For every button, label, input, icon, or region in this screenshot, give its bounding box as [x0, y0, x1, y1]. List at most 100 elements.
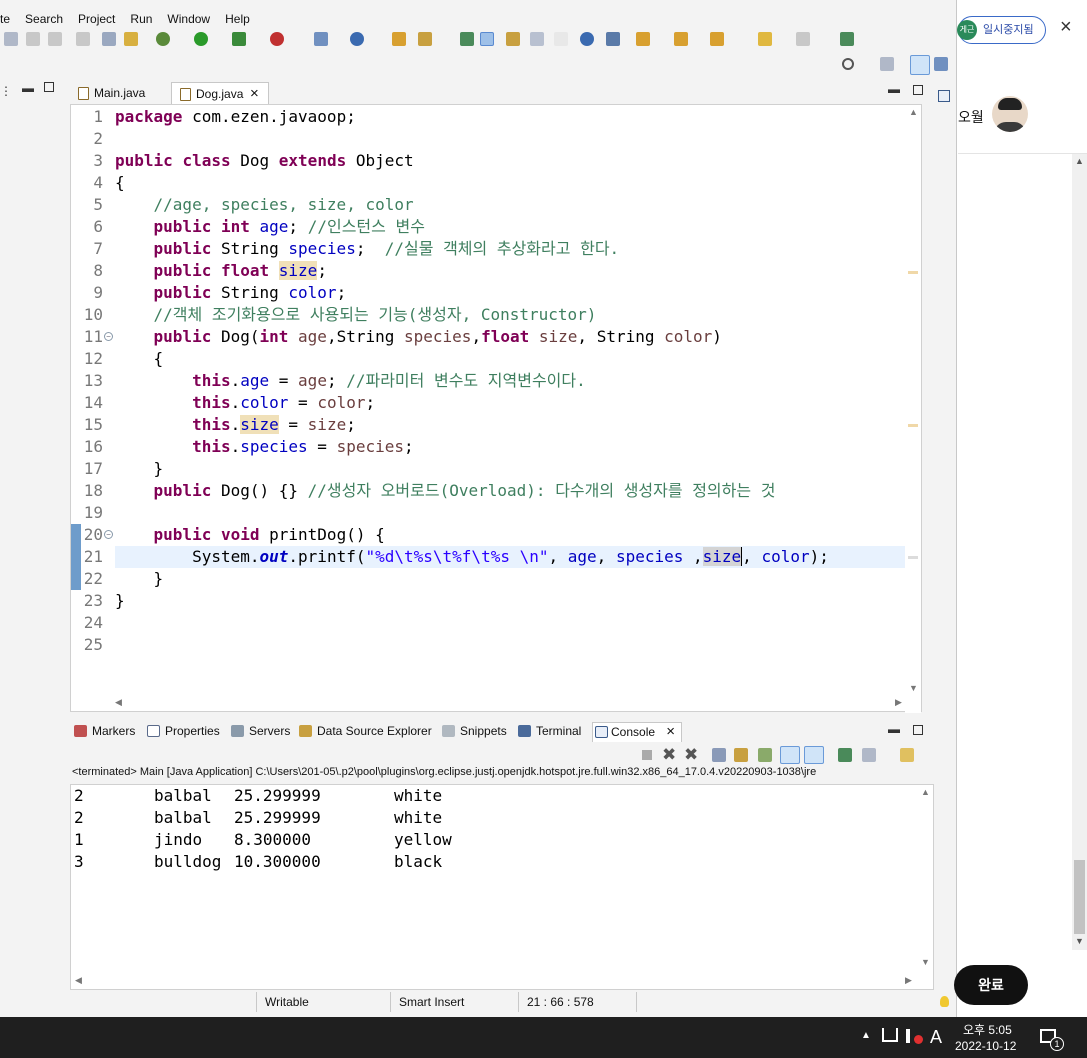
- scroll-up-icon[interactable]: ▲: [921, 787, 930, 797]
- clock-date[interactable]: 2022-10-12: [955, 1039, 1016, 1053]
- outline-icon[interactable]: [938, 90, 950, 102]
- tab-properties[interactable]: Properties: [147, 724, 220, 738]
- new-project-icon[interactable]: [314, 32, 328, 46]
- link-icon[interactable]: [460, 32, 474, 46]
- globe-icon[interactable]: [580, 32, 594, 46]
- fold-toggle-icon[interactable]: −: [104, 332, 113, 341]
- console-output[interactable]: 2 balbal 25.299999 white 2 balbal 25.299999 wh…: [70, 784, 934, 990]
- forward-icon[interactable]: [796, 32, 810, 46]
- back-icon[interactable]: [758, 32, 772, 46]
- toggle-icon[interactable]: [124, 32, 138, 46]
- status-badge[interactable]: 게근 일시중지됨: [957, 16, 1046, 44]
- paragraph-icon[interactable]: [554, 32, 568, 46]
- ime-indicator[interactable]: A: [930, 1027, 942, 1048]
- minimize-icon[interactable]: ▬: [888, 82, 900, 96]
- menu-file-partial[interactable]: te: [0, 12, 18, 26]
- network-icon[interactable]: [882, 1028, 898, 1042]
- maximize-icon[interactable]: [44, 82, 54, 92]
- done-button[interactable]: 완료: [954, 965, 1028, 1005]
- remove-launch-icon[interactable]: ✖: [662, 745, 676, 765]
- panel-scrollbar[interactable]: ▲ ▼: [1072, 154, 1087, 950]
- lightbulb-icon[interactable]: [940, 996, 949, 1007]
- editor-vertical-scrollbar[interactable]: ▲ ▼: [905, 105, 921, 713]
- tab-snippets[interactable]: Snippets: [442, 724, 507, 738]
- list-icon[interactable]: [102, 32, 116, 46]
- code-editor[interactable]: 1 2 3 4 5 6 7 8 9 10 11 12 13 14 15 16 1…: [70, 104, 922, 713]
- close-icon[interactable]: ×: [250, 85, 259, 102]
- minimize-icon[interactable]: ▬: [22, 81, 34, 95]
- search-icon[interactable]: [842, 58, 854, 70]
- scroll-lock-icon[interactable]: [734, 748, 748, 762]
- scroll-right-icon[interactable]: ▶: [905, 975, 912, 986]
- debug-perspective-icon[interactable]: [934, 57, 948, 71]
- format-icon[interactable]: [26, 32, 40, 46]
- show-stderr-icon[interactable]: [804, 746, 824, 764]
- insert-mode-status[interactable]: Smart Insert: [399, 995, 464, 1009]
- close-icon[interactable]: ×: [1060, 16, 1072, 39]
- tab-servers[interactable]: Servers: [231, 724, 290, 738]
- server-icon[interactable]: [350, 32, 364, 46]
- tab-data-source-explorer[interactable]: Data Source Explorer: [299, 724, 432, 738]
- tab-dog-java[interactable]: Dog.java ×: [171, 82, 269, 104]
- maximize-icon[interactable]: [913, 85, 923, 95]
- show-stdout-icon[interactable]: [780, 746, 800, 764]
- clock-time[interactable]: 오후 5:05: [963, 1021, 1012, 1038]
- editor-horizontal-scrollbar[interactable]: ◀ ▶: [115, 697, 905, 711]
- open-type-icon[interactable]: [392, 32, 406, 46]
- pin-console-icon[interactable]: [838, 748, 852, 762]
- prev-annotation-icon[interactable]: [674, 32, 688, 46]
- maximize-icon[interactable]: [913, 725, 923, 735]
- scroll-up-icon[interactable]: ▲: [1075, 156, 1084, 166]
- block-icon[interactable]: [506, 32, 520, 46]
- tab-terminal[interactable]: Terminal: [518, 724, 581, 738]
- minimize-icon[interactable]: ▬: [888, 722, 900, 736]
- cursor-position[interactable]: 21 : 66 : 578: [527, 995, 594, 1009]
- show-whitespace-icon[interactable]: [530, 32, 544, 46]
- tab-console[interactable]: Console ×: [592, 722, 683, 742]
- scroll-right-icon[interactable]: ▶: [895, 697, 902, 708]
- pin-editor-icon[interactable]: [840, 32, 854, 46]
- scroll-down-icon[interactable]: ▼: [1075, 936, 1084, 946]
- scroll-down-icon[interactable]: ▼: [921, 957, 930, 967]
- fold-toggle-icon[interactable]: −: [104, 530, 113, 539]
- scroll-left-icon[interactable]: ◀: [75, 975, 82, 986]
- tab-markers[interactable]: Markers: [74, 724, 135, 738]
- debug-icon[interactable]: [156, 32, 170, 46]
- restore-icon[interactable]: ⋮: [0, 84, 12, 98]
- open-console-icon[interactable]: [900, 748, 914, 762]
- run-icon[interactable]: [194, 32, 208, 46]
- menu-run[interactable]: Run: [123, 12, 160, 26]
- windows-taskbar: ▲ A 오후 5:05 2022-10-12 1: [0, 1017, 1087, 1058]
- refresh-icon[interactable]: [48, 32, 62, 46]
- java-perspective-icon[interactable]: [910, 55, 930, 75]
- notification-icon[interactable]: 1: [1040, 1029, 1064, 1051]
- new-icon[interactable]: [4, 32, 18, 46]
- terminate-icon[interactable]: [642, 750, 652, 760]
- menu-window[interactable]: Window: [160, 12, 218, 26]
- show-hidden-icons[interactable]: ▲: [861, 1030, 871, 1041]
- build-icon[interactable]: [76, 32, 90, 46]
- menu-project[interactable]: Project: [71, 12, 123, 26]
- scroll-down-icon[interactable]: ▼: [909, 683, 918, 693]
- scroll-thumb[interactable]: [1074, 860, 1085, 934]
- last-edit-icon[interactable]: [710, 32, 724, 46]
- clear-console-icon[interactable]: [712, 748, 726, 762]
- coverage-icon[interactable]: [232, 32, 246, 46]
- highlight-icon[interactable]: [480, 32, 494, 46]
- next-annotation-icon[interactable]: [636, 32, 650, 46]
- remove-all-icon[interactable]: ✖: [684, 745, 698, 765]
- scroll-up-icon[interactable]: ▲: [909, 107, 918, 117]
- word-wrap-icon[interactable]: [758, 748, 772, 762]
- scroll-left-icon[interactable]: ◀: [115, 697, 122, 708]
- close-icon[interactable]: ×: [666, 723, 675, 740]
- tab-main-java[interactable]: Main.java: [70, 82, 153, 104]
- open-perspective-icon[interactable]: [880, 57, 894, 71]
- menu-search[interactable]: Search: [18, 12, 71, 26]
- volume-muted-icon[interactable]: [906, 1029, 923, 1044]
- external-tools-icon[interactable]: [270, 32, 284, 46]
- avatar[interactable]: [992, 96, 1028, 132]
- menu-help[interactable]: Help: [218, 12, 258, 26]
- search-tool-icon[interactable]: [418, 32, 432, 46]
- annotation-icon[interactable]: [606, 32, 620, 46]
- display-console-icon[interactable]: [862, 748, 876, 762]
